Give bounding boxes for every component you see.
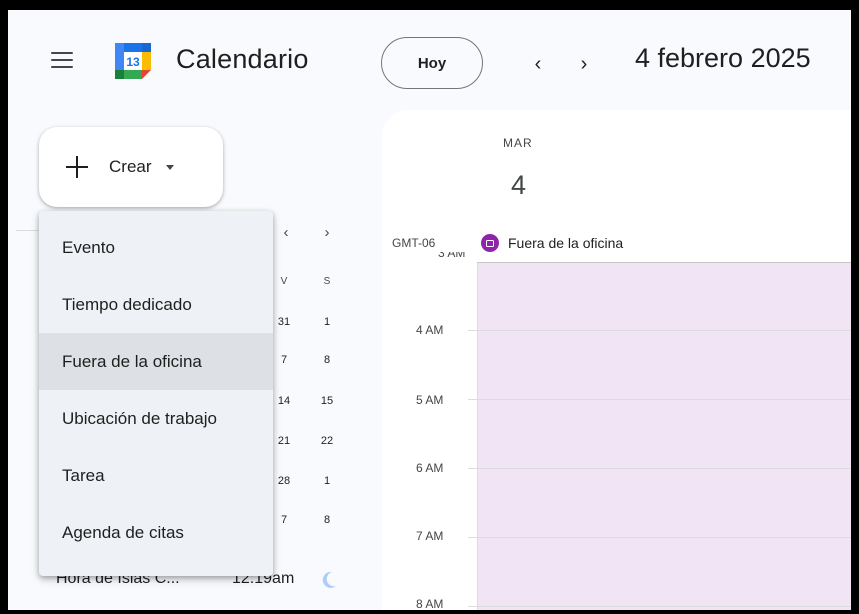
hour-gridline [468, 468, 851, 469]
today-button[interactable]: Hoy [381, 37, 483, 89]
mini-calendar-date[interactable]: 31 [272, 316, 296, 328]
menu-item-working-location[interactable]: Ubicación de trabajo [39, 390, 273, 447]
mini-calendar-date[interactable]: 8 [315, 514, 339, 526]
mini-calendar-date[interactable]: 1 [315, 316, 339, 328]
menu-item-focus-time[interactable]: Tiempo dedicado [39, 276, 273, 333]
create-dropdown-menu: Evento Tiempo dedicado Fuera de la ofici… [39, 211, 273, 576]
mini-calendar-date[interactable]: 21 [272, 435, 296, 447]
hour-label: 3 AM [438, 252, 466, 260]
mini-calendar-date[interactable]: 8 [315, 354, 339, 366]
hour-gridline [468, 330, 851, 331]
mini-calendar-day-header: S [323, 276, 331, 287]
hour-gridline [468, 606, 851, 607]
hour-label: 6 AM [416, 461, 444, 475]
logo-number: 13 [126, 55, 140, 69]
current-date-title: 4 febrero 2025 [635, 43, 811, 73]
app-title: Calendario [176, 44, 309, 74]
calendar-app-window: 13 Calendario Hoy ‹ › 4 febrero 2025 Cre… [8, 10, 851, 610]
mini-calendar-date[interactable]: 7 [272, 354, 296, 366]
google-calendar-logo[interactable]: 13 [114, 42, 152, 80]
mini-calendar-day-header: V [280, 276, 288, 287]
menu-item-appointment-schedule[interactable]: Agenda de citas [39, 504, 273, 561]
main-menu-icon[interactable] [51, 52, 73, 70]
mini-calendar-date[interactable]: 14 [272, 395, 296, 407]
day-number[interactable]: 4 [511, 170, 526, 201]
hour-label: 7 AM [416, 529, 444, 543]
mini-calendar-date[interactable]: 15 [315, 395, 339, 407]
chevron-right-icon: › [580, 52, 588, 75]
chevron-left-icon: ‹ [534, 52, 542, 75]
mini-calendar-prev-button[interactable]: ‹ [274, 224, 298, 241]
moon-icon [320, 570, 338, 590]
all-day-event-chip[interactable]: Fuera de la oficina [481, 232, 623, 254]
caret-down-icon [165, 164, 174, 170]
timezone-offset-label: GMT-06 [392, 236, 436, 250]
all-day-event-label: Fuera de la oficina [508, 235, 624, 251]
create-button[interactable]: Crear [39, 127, 223, 207]
mini-calendar-date[interactable]: 7 [272, 514, 296, 526]
menu-item-event[interactable]: Evento [39, 219, 273, 276]
previous-period-button[interactable]: ‹ [521, 48, 555, 80]
mini-calendar-date[interactable]: 28 [272, 475, 296, 487]
mini-calendar-date[interactable]: 1 [315, 475, 339, 487]
out-of-office-icon [481, 234, 499, 252]
hour-gridline [468, 537, 851, 538]
out-of-office-block[interactable] [478, 263, 851, 610]
hour-gridline [468, 399, 851, 400]
plus-icon [65, 155, 89, 179]
mini-calendar-next-button[interactable]: › [315, 224, 339, 241]
hour-label: 4 AM [416, 323, 444, 337]
day-of-week-label: MAR [503, 136, 533, 150]
mini-calendar-date[interactable]: 22 [315, 435, 339, 447]
menu-item-task[interactable]: Tarea [39, 447, 273, 504]
next-period-button[interactable]: › [567, 48, 601, 80]
menu-item-out-of-office[interactable]: Fuera de la oficina [39, 333, 273, 390]
create-label: Crear [109, 157, 152, 176]
hour-label: 5 AM [416, 393, 444, 407]
time-grid-divider [477, 263, 478, 610]
hour-label: 8 AM [416, 597, 444, 610]
